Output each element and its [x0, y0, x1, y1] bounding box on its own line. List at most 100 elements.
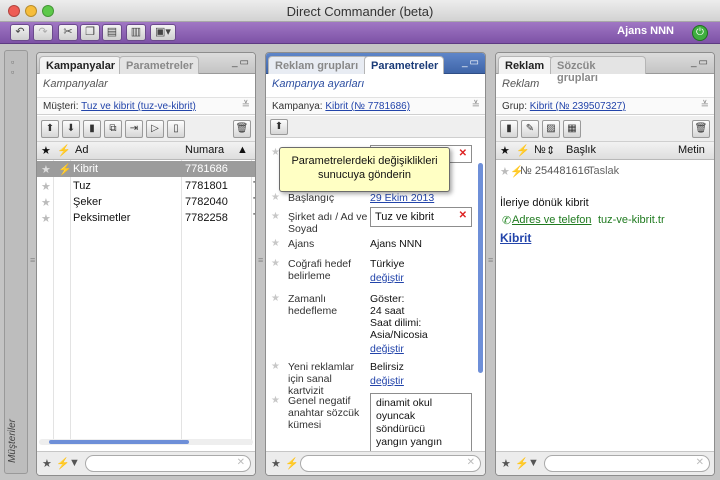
- view-menu-button[interactable]: ▣▾: [150, 24, 176, 41]
- change-time-link[interactable]: değiştir: [370, 343, 404, 355]
- export-button[interactable]: ⇥: [125, 120, 143, 138]
- tab-keyword-groups[interactable]: Sözcük grupları: [550, 56, 646, 84]
- star-icon[interactable]: ★: [271, 258, 280, 269]
- new-ad-button[interactable]: ▮: [500, 120, 518, 138]
- search-input[interactable]: ✕: [85, 455, 251, 472]
- contact-link[interactable]: Adres ve telefon: [512, 214, 592, 226]
- sort-arrow-icon[interactable]: ▲: [237, 144, 248, 156]
- flag-filter-icon[interactable]: ⚡: [56, 457, 70, 470]
- star-icon[interactable]: ★: [41, 196, 51, 209]
- horizontal-scrollbar[interactable]: [39, 439, 253, 445]
- star-icon[interactable]: ★: [271, 211, 280, 222]
- change-vcard-link[interactable]: değiştir: [370, 375, 404, 387]
- chevron-down-icon[interactable]: ≚: [701, 100, 709, 111]
- table-row[interactable]: ★ ⚡ Kibrit 7781686: [37, 161, 255, 177]
- chevron-down-icon[interactable]: ≚: [472, 100, 480, 111]
- redo-button[interactable]: ↷: [33, 24, 53, 41]
- flag-filter-icon[interactable]: ⚡: [515, 457, 529, 470]
- splitter-handle[interactable]: ≡: [488, 256, 494, 272]
- tab-parameters[interactable]: Parametreler: [119, 56, 199, 74]
- send-to-server-button[interactable]: ⬆: [270, 119, 288, 135]
- change-geo-link[interactable]: değiştir: [370, 272, 404, 284]
- column-header-title[interactable]: Başlık: [566, 144, 596, 156]
- column-header-text[interactable]: Metin: [678, 144, 705, 156]
- paste-button[interactable]: ▤: [102, 24, 122, 41]
- campaign-name: Peksimetler: [73, 212, 131, 224]
- pause-button[interactable]: ▷: [146, 120, 164, 138]
- table-row[interactable]: ★ Peksimetler 7782258 T: [37, 210, 255, 226]
- upload-button[interactable]: ⬆: [41, 120, 59, 138]
- star-icon[interactable]: ★: [271, 192, 280, 203]
- new-campaign-button[interactable]: ▮: [83, 120, 101, 138]
- search-input[interactable]: ✕: [300, 455, 481, 472]
- tab-ads[interactable]: Reklam: [498, 56, 552, 74]
- sort-icon[interactable]: ⇕: [546, 144, 555, 157]
- client-link[interactable]: Tuz ve kibrit (tuz-ve-kibrit): [81, 101, 196, 112]
- table-row[interactable]: ★ Tuz 7781801 T: [37, 178, 255, 194]
- stats-button[interactable]: ▯: [167, 120, 185, 138]
- undo-button[interactable]: ↶: [10, 24, 30, 41]
- star-column-icon[interactable]: ★: [500, 144, 510, 157]
- star-filter-icon[interactable]: ★: [501, 457, 511, 470]
- sidebar-pin-icon[interactable]: ▫ ▫: [11, 57, 14, 77]
- delete-button[interactable]: 🗑: [233, 120, 251, 138]
- tab-parameters[interactable]: Parametreler: [364, 56, 444, 74]
- star-icon[interactable]: ★: [271, 361, 280, 372]
- star-icon[interactable]: ★: [271, 238, 280, 249]
- vertical-scrollbar[interactable]: [478, 163, 483, 373]
- column-header-name[interactable]: Ad: [75, 144, 88, 156]
- image-button[interactable]: ▨: [542, 120, 560, 138]
- funnel-icon[interactable]: ▼: [69, 457, 80, 469]
- star-icon[interactable]: ★: [41, 212, 51, 225]
- star-filter-icon[interactable]: ★: [42, 457, 52, 470]
- clear-icon[interactable]: ✕: [459, 210, 467, 221]
- account-status-icon[interactable]: ⏻: [692, 25, 708, 41]
- panel-controls[interactable]: _▭: [691, 57, 710, 68]
- group-link[interactable]: Kibrit (№ 239507327): [530, 101, 626, 112]
- tab-campaigns[interactable]: Kampanyalar: [39, 56, 121, 74]
- company-name-field[interactable]: Tuz ve kibrit ✕: [370, 207, 472, 227]
- copy-campaign-button[interactable]: ⧉: [104, 120, 122, 138]
- star-icon[interactable]: ★: [500, 165, 510, 178]
- ad-row[interactable]: ★ ⚡ № 254481616 Taslak: [496, 163, 714, 179]
- table-view-button[interactable]: ▦: [563, 120, 581, 138]
- panel-controls[interactable]: _▭: [462, 57, 481, 68]
- chevron-down-icon[interactable]: ≚: [242, 100, 250, 111]
- column-header-number[interactable]: №: [534, 144, 546, 156]
- star-icon[interactable]: ★: [41, 180, 51, 193]
- funnel-icon[interactable]: ▼: [528, 457, 539, 469]
- clients-sidebar[interactable]: ▫ ▫ Müşteriler: [4, 50, 28, 474]
- clear-icon[interactable]: ✕: [467, 457, 475, 468]
- panel-controls[interactable]: _▭: [232, 57, 251, 68]
- campaign-link[interactable]: Kibrit (№ 7781686): [325, 101, 410, 112]
- flag-column-icon[interactable]: ⚡: [516, 144, 530, 157]
- star-icon[interactable]: ★: [271, 293, 280, 304]
- cut-button[interactable]: ✂: [58, 24, 78, 41]
- star-icon[interactable]: ★: [271, 395, 280, 406]
- clear-icon[interactable]: ✕: [696, 457, 704, 468]
- star-icon[interactable]: ★: [41, 163, 51, 176]
- flag-column-icon[interactable]: ⚡: [57, 144, 71, 157]
- clear-icon[interactable]: ✕: [237, 457, 245, 468]
- search-input[interactable]: ✕: [544, 455, 710, 472]
- client-filter[interactable]: Müşteri: Tuz ve kibrit (tuz-ve-kibrit) ≚: [37, 97, 255, 115]
- star-filter-icon[interactable]: ★: [271, 457, 281, 470]
- star-column-icon[interactable]: ★: [41, 144, 51, 157]
- copy-button[interactable]: ❐: [80, 24, 100, 41]
- ad-title-link[interactable]: Kibrit: [500, 231, 531, 245]
- clear-icon[interactable]: ✕: [459, 148, 467, 159]
- copy-icon: ⧉: [109, 123, 117, 134]
- start-date-link[interactable]: 29 Ekim 2013: [370, 192, 434, 204]
- edit-ad-button[interactable]: ✎: [521, 120, 539, 138]
- panels-button[interactable]: ▥: [126, 24, 146, 41]
- negative-keywords-textarea[interactable]: dinamit okul oyuncak söndürücü yangın ya…: [370, 393, 472, 455]
- tab-ad-groups[interactable]: Reklam grupları: [268, 56, 368, 74]
- flag-filter-icon[interactable]: ⚡: [285, 457, 299, 470]
- delete-button[interactable]: 🗑: [692, 120, 710, 138]
- column-header-number[interactable]: Numara: [185, 144, 224, 156]
- download-button[interactable]: ⬇: [62, 120, 80, 138]
- table-row[interactable]: ★ Şeker 7782040 T: [37, 194, 255, 210]
- splitter-handle[interactable]: ≡: [258, 256, 264, 272]
- campaign-filter[interactable]: Kampanya: Kibrit (№ 7781686) ≚: [266, 97, 485, 115]
- group-filter[interactable]: Grup: Kibrit (№ 239507327) ≚: [496, 97, 714, 115]
